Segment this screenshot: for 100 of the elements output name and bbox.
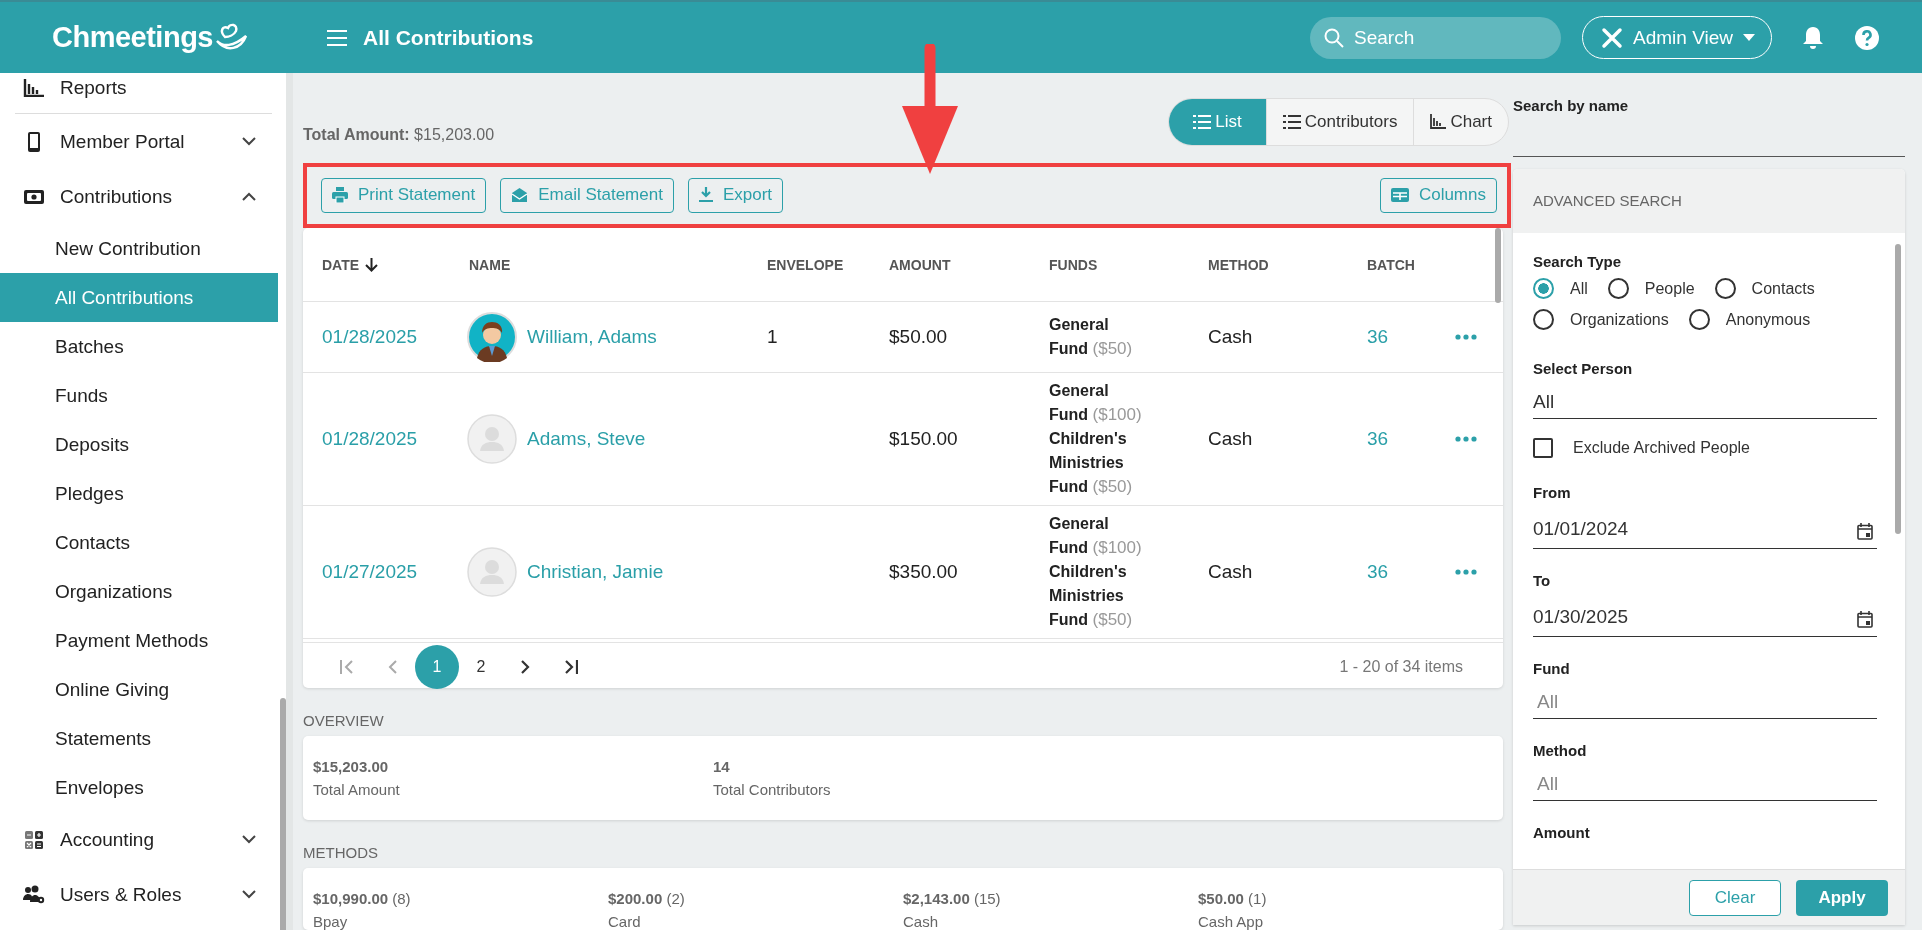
users-icon xyxy=(22,884,46,905)
list-icon xyxy=(1193,114,1212,129)
total-amount: Total Amount: $15,203.00 xyxy=(303,125,495,145)
scrollbar-thumb[interactable] xyxy=(1895,244,1901,534)
sidebar-item[interactable]: Accounting xyxy=(0,812,278,867)
field-label: Search by name xyxy=(1513,97,1630,114)
checkbox[interactable] xyxy=(1533,438,1553,458)
panel-title: ADVANCED SEARCH xyxy=(1513,169,1905,233)
radio-option[interactable]: Organizations xyxy=(1533,309,1669,330)
view-tab[interactable]: Chart xyxy=(1414,98,1508,145)
next-page-icon[interactable] xyxy=(520,659,530,674)
stat-value: $2,143.00 (15) xyxy=(903,890,1002,907)
date-field[interactable]: 01/01/2024 xyxy=(1533,509,1877,549)
radio-button[interactable] xyxy=(1533,278,1554,299)
chevron-icon xyxy=(242,835,256,844)
sidebar-item[interactable]: Member Portal xyxy=(0,114,278,169)
field-label: To xyxy=(1533,572,1552,589)
radio-button[interactable] xyxy=(1714,278,1736,299)
table-cell: 1 xyxy=(767,326,778,348)
previous-page-icon[interactable] xyxy=(388,659,398,674)
table-cell: $50.00 xyxy=(889,326,948,348)
stat-label: Cash xyxy=(903,913,940,930)
more-icon[interactable] xyxy=(1455,334,1477,340)
sidebar-item[interactable]: Organizations xyxy=(0,567,278,616)
fund-entry: General Fund ($100) xyxy=(1049,381,1143,426)
download-icon xyxy=(698,187,713,204)
table-icon xyxy=(1390,188,1409,203)
more-icon[interactable] xyxy=(1455,569,1477,575)
column-header[interactable]: AMOUNT xyxy=(889,256,1049,273)
column-header[interactable]: DATE xyxy=(322,256,469,273)
fund-entry: General Fund ($100) xyxy=(1049,514,1143,559)
column-header[interactable]: FUNDS xyxy=(1049,256,1208,273)
person-field[interactable]: All xyxy=(1533,385,1877,419)
fund-entry: Children's Ministries Fund ($50) xyxy=(1049,429,1134,498)
sidebar-item[interactable]: Batches xyxy=(0,322,278,371)
stat-value: 14 xyxy=(713,758,731,775)
sidebar-item[interactable]: New Contribution xyxy=(0,224,278,273)
sidebar-item[interactable]: Envelopes xyxy=(0,763,278,812)
column-header[interactable]: METHOD xyxy=(1208,256,1367,273)
chevron-icon xyxy=(242,890,256,899)
bell-icon[interactable] xyxy=(1802,25,1824,50)
fund-entry: Children's Ministries Fund ($50) xyxy=(1049,562,1134,631)
sidebar-item[interactable]: Payment Methods xyxy=(0,616,278,665)
sidebar-item[interactable]: Statements xyxy=(0,714,278,763)
sidebar-item[interactable]: Funds xyxy=(0,371,278,420)
field-label: Amount xyxy=(1533,824,1591,841)
page-button[interactable]: 2 xyxy=(459,644,503,689)
sort-down-icon xyxy=(365,257,379,272)
radio-button[interactable] xyxy=(1607,278,1629,299)
section-title: OVERVIEW xyxy=(303,711,385,731)
fund-entry: General Fund ($50) xyxy=(1049,315,1134,360)
calculator-icon xyxy=(22,829,46,850)
stat-value: $200.00 (2) xyxy=(608,890,686,907)
bar-chart-icon xyxy=(22,79,46,97)
stat-label: Card xyxy=(608,913,642,930)
radio-option[interactable]: All xyxy=(1533,278,1588,299)
page-title: All Contributions xyxy=(363,25,535,50)
radio-button[interactable] xyxy=(1533,309,1554,330)
scrollbar-thumb[interactable] xyxy=(1495,228,1501,303)
column-header[interactable]: BATCH xyxy=(1367,256,1455,273)
fund-field[interactable]: All xyxy=(1533,685,1877,719)
calendar-icon[interactable] xyxy=(1857,523,1873,540)
date-field[interactable]: 01/30/2025 xyxy=(1533,597,1877,637)
checkbox-option[interactable]: Exclude Archived People xyxy=(1533,438,1885,458)
stat-label: Total Amount xyxy=(313,781,401,798)
radio-option[interactable]: Anonymous xyxy=(1688,309,1811,330)
sidebar-item[interactable]: Deposits xyxy=(0,420,278,469)
printer-icon xyxy=(332,187,348,204)
view-tab[interactable]: Contributors xyxy=(1266,98,1415,145)
menu-icon[interactable] xyxy=(327,29,347,46)
radio-button[interactable] xyxy=(1688,309,1710,330)
sidebar-item[interactable]: Users & Roles xyxy=(0,867,278,922)
column-header[interactable]: NAME xyxy=(469,256,767,273)
chevron-icon xyxy=(242,192,256,201)
sidebar-item[interactable]: Contacts xyxy=(0,518,278,567)
field-label: Select Person xyxy=(1533,360,1634,377)
field-label: From xyxy=(1533,484,1572,501)
last-page-icon[interactable] xyxy=(564,659,578,674)
radio-option[interactable]: Contacts xyxy=(1714,278,1815,299)
table-cell: $350.00 xyxy=(889,561,958,583)
more-icon[interactable] xyxy=(1455,436,1477,442)
stat-value: $10,990.00 (8) xyxy=(313,890,412,907)
stat-label: Cash App xyxy=(1198,913,1265,930)
sidebar-item[interactable]: Online Giving xyxy=(0,665,278,714)
help-icon[interactable] xyxy=(1854,24,1880,51)
scrollbar-thumb[interactable] xyxy=(280,698,286,930)
sidebar-item[interactable]: Pledges xyxy=(0,469,278,518)
radio-option[interactable]: People xyxy=(1607,278,1695,299)
sidebar-item[interactable]: Contributions xyxy=(0,169,278,224)
column-header[interactable]: ENVELOPE xyxy=(767,256,889,273)
page-summary: 1 - 20 of 34 items xyxy=(1339,657,1464,676)
banknote-icon xyxy=(22,188,46,205)
field-label: Method xyxy=(1533,742,1588,759)
method-field[interactable]: All xyxy=(1533,767,1877,801)
sidebar-item[interactable]: Reports xyxy=(0,73,278,113)
calendar-icon[interactable] xyxy=(1857,611,1873,628)
table-cell: Cash xyxy=(1208,326,1253,348)
first-page-icon[interactable] xyxy=(340,659,354,674)
search-icon xyxy=(1324,27,1344,48)
table-cell: $150.00 xyxy=(889,428,958,450)
